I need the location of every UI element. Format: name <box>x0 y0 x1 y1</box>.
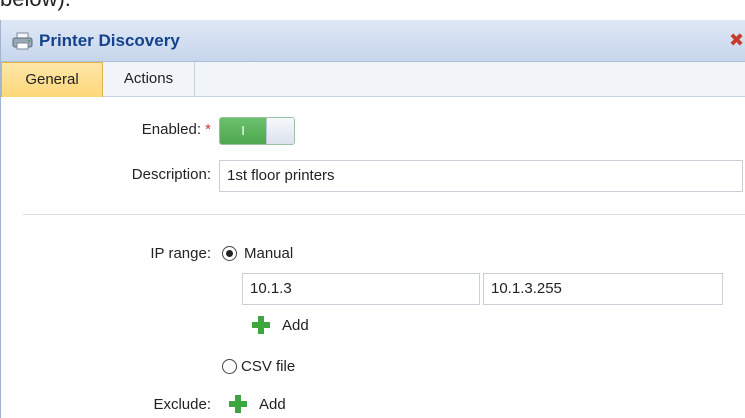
dialog-titlebar: Printer Discovery ✖ <box>1 20 745 62</box>
dialog-title: Printer Discovery <box>39 31 180 50</box>
add-plus-icon[interactable] <box>252 316 270 334</box>
required-asterisk: * <box>205 121 211 138</box>
description-label: Description: <box>131 166 211 183</box>
ip-range-to-input[interactable]: 10.1.3.255 <box>483 273 723 305</box>
tab-actions[interactable]: Actions <box>103 62 195 97</box>
exclude-add-button[interactable]: Add <box>259 396 286 413</box>
radio-csv-file[interactable] <box>222 359 237 374</box>
toggle-knob[interactable] <box>266 118 294 144</box>
description-input[interactable]: 1st floor printers <box>219 160 743 192</box>
add-plus-icon[interactable] <box>229 395 247 413</box>
section-divider <box>23 214 745 215</box>
radio-csv-file-label[interactable]: CSV file <box>241 358 295 375</box>
toggle-on-indicator: I <box>220 118 266 144</box>
ip-range-from-input[interactable]: 10.1.3 <box>242 273 480 305</box>
close-icon[interactable]: ✖ <box>729 30 744 51</box>
radio-manual[interactable] <box>222 246 237 261</box>
ip-range-label: IP range: <box>150 245 211 262</box>
tab-bar: General Actions <box>1 62 745 97</box>
exclude-label: Exclude: <box>153 396 211 413</box>
enabled-label-text: Enabled: <box>141 121 201 138</box>
partial-heading-text: below). <box>0 0 71 12</box>
ip-range-add-button[interactable]: Add <box>282 317 309 334</box>
enabled-toggle[interactable]: I <box>219 117 295 145</box>
printer-icon <box>12 32 33 50</box>
tab-general[interactable]: General <box>1 62 103 97</box>
printer-discovery-dialog: Printer Discovery ✖ General Actions Enab… <box>0 20 745 418</box>
radio-manual-label[interactable]: Manual <box>244 245 293 262</box>
enabled-label: Enabled: * <box>121 121 211 138</box>
